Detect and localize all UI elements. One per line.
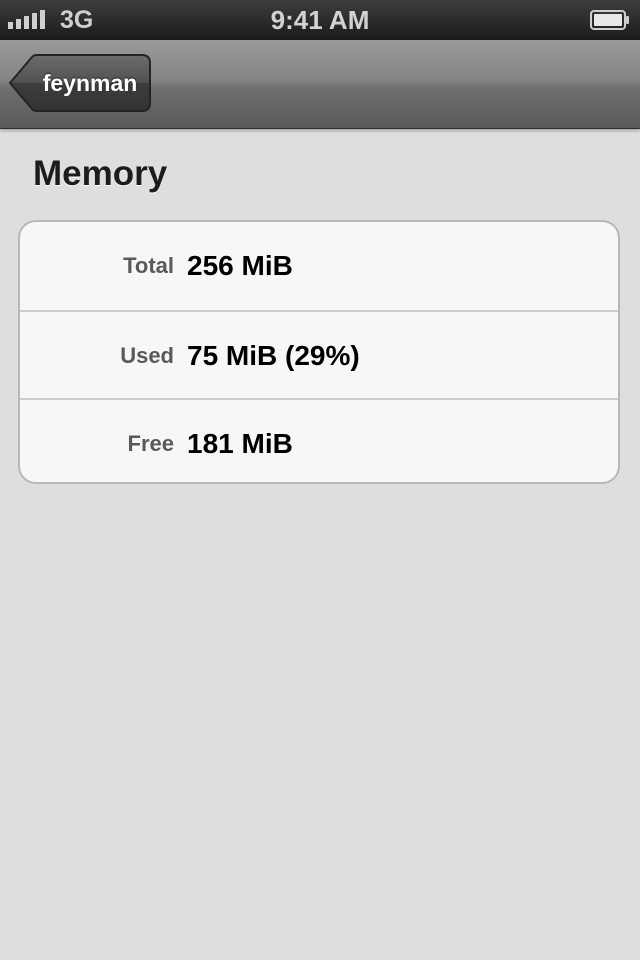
navigation-bar: feynman bbox=[0, 40, 640, 129]
battery-icon bbox=[590, 10, 629, 30]
back-button-label: feynman bbox=[42, 70, 138, 96]
section-title: Memory bbox=[33, 154, 168, 193]
row-key: Free bbox=[127, 431, 174, 456]
row-key: Total bbox=[123, 253, 174, 278]
status-time: 9:41 AM bbox=[270, 5, 370, 35]
back-button[interactable]: feynman bbox=[8, 54, 152, 114]
row-value: 75 MiB (29%) bbox=[187, 340, 360, 371]
table-row: Total 256 MiB bbox=[20, 222, 618, 310]
table-row: Used 75 MiB (29%) bbox=[20, 310, 618, 398]
table-row: Free 181 MiB bbox=[20, 398, 618, 482]
row-value: 181 MiB bbox=[187, 428, 293, 459]
memory-table: Total 256 MiB Used 75 MiB (29%) Free 181… bbox=[18, 220, 620, 484]
row-value: 256 MiB bbox=[187, 250, 293, 281]
row-key: Used bbox=[120, 343, 174, 368]
status-bar: 3G 9:41 AM bbox=[0, 0, 640, 40]
